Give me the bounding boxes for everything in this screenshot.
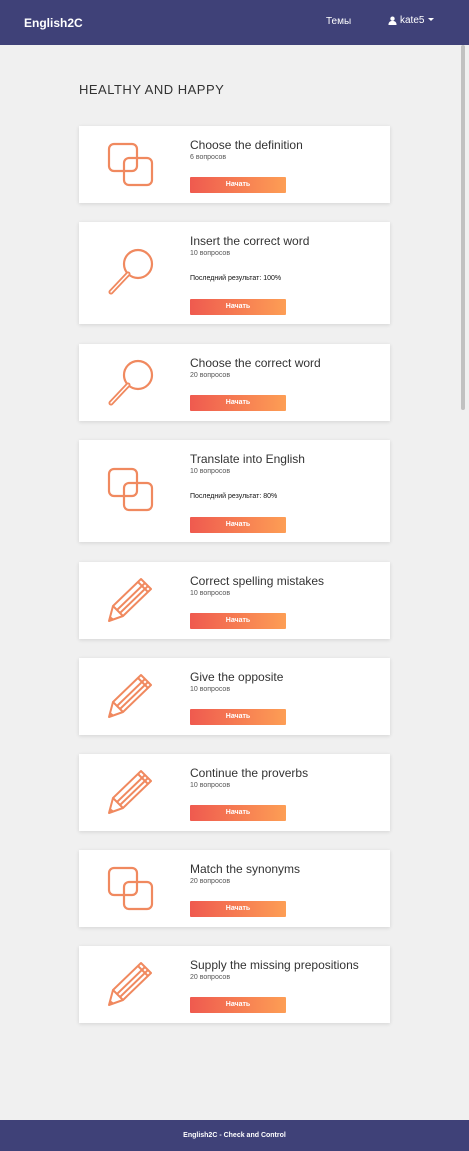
exercise-title: Match the synonyms xyxy=(190,862,301,876)
squares-icon xyxy=(103,861,159,917)
exercise-title: Continue the proverbs xyxy=(190,766,309,780)
pencil-icon xyxy=(103,957,159,1013)
last-result: Последний результат: 80% xyxy=(190,493,278,500)
start-button[interactable]: Начать xyxy=(190,901,286,917)
question-count: 10 вопросов xyxy=(190,782,231,789)
pencil-icon xyxy=(103,573,159,629)
exercise-title: Choose the definition xyxy=(190,138,303,152)
pencil-icon xyxy=(103,669,159,725)
exercise-card: Supply the missing prepositions 20 вопрос… xyxy=(79,946,390,1023)
exercise-title: Correct spelling mistakes xyxy=(190,574,325,588)
exercise-card: Insert the correct word 10 вопросов Послед… xyxy=(79,222,390,324)
scrollbar[interactable] xyxy=(461,45,465,410)
user-menu[interactable]: kate5 xyxy=(388,15,435,26)
exercise-title: Give the opposite xyxy=(190,670,284,684)
question-count: 10 вопросов xyxy=(190,250,231,257)
start-button[interactable]: Начать xyxy=(190,997,286,1013)
top-navbar: English2C Темы kate5 xyxy=(0,0,469,45)
question-count: 10 вопросов xyxy=(190,468,231,475)
exercise-title: Choose the correct word xyxy=(190,356,321,370)
question-count: 10 вопросов xyxy=(190,590,231,597)
question-count: 10 вопросов xyxy=(190,686,231,693)
nav-topics-link[interactable]: Темы xyxy=(326,16,351,27)
squares-icon xyxy=(103,462,159,518)
footer: English2C - Check and Control xyxy=(0,1120,469,1151)
exercise-card: Choose the correct word 20 вопросов Начать xyxy=(79,344,390,421)
exercise-title: Supply the missing prepositions xyxy=(190,958,359,972)
chevron-down-icon xyxy=(428,17,435,21)
start-button[interactable]: Начать xyxy=(190,395,286,411)
start-button[interactable]: Начать xyxy=(190,709,286,725)
start-button[interactable]: Начать xyxy=(190,299,286,315)
squares-icon xyxy=(103,137,159,193)
start-button[interactable]: Начать xyxy=(190,177,286,193)
start-button[interactable]: Начать xyxy=(190,517,286,533)
start-button[interactable]: Начать xyxy=(190,805,286,821)
exercise-card: Match the synonyms 20 вопросов Начать xyxy=(79,850,390,927)
exercise-card: Choose the definition 6 вопросов Начать xyxy=(79,126,390,203)
exercise-card: Translate into English 10 вопросов Последн… xyxy=(79,440,390,542)
page-title: HEALTHY AND HAPPY xyxy=(79,82,225,97)
question-count: 20 вопросов xyxy=(190,878,231,885)
exercise-title: Translate into English xyxy=(190,452,305,466)
question-count: 6 вопросов xyxy=(190,154,227,161)
question-count: 20 вопросов xyxy=(190,974,231,981)
exercise-title: Insert the correct word xyxy=(190,234,310,248)
exercise-card: Give the opposite 10 вопросов Начать xyxy=(79,658,390,735)
question-count: 20 вопросов xyxy=(190,372,231,379)
magnifier-icon xyxy=(103,355,159,411)
user-icon xyxy=(388,16,397,25)
exercise-card: Correct spelling mistakes 10 вопросов Нача… xyxy=(79,562,390,639)
exercise-card: Continue the proverbs 10 вопросов Начать xyxy=(79,754,390,831)
last-result: Последний результат: 100% xyxy=(190,275,282,282)
pencil-icon xyxy=(103,765,159,821)
start-button[interactable]: Начать xyxy=(190,613,286,629)
brand-logo[interactable]: English2C xyxy=(24,16,83,30)
magnifier-icon xyxy=(103,244,159,300)
user-name: kate5 xyxy=(400,15,425,26)
